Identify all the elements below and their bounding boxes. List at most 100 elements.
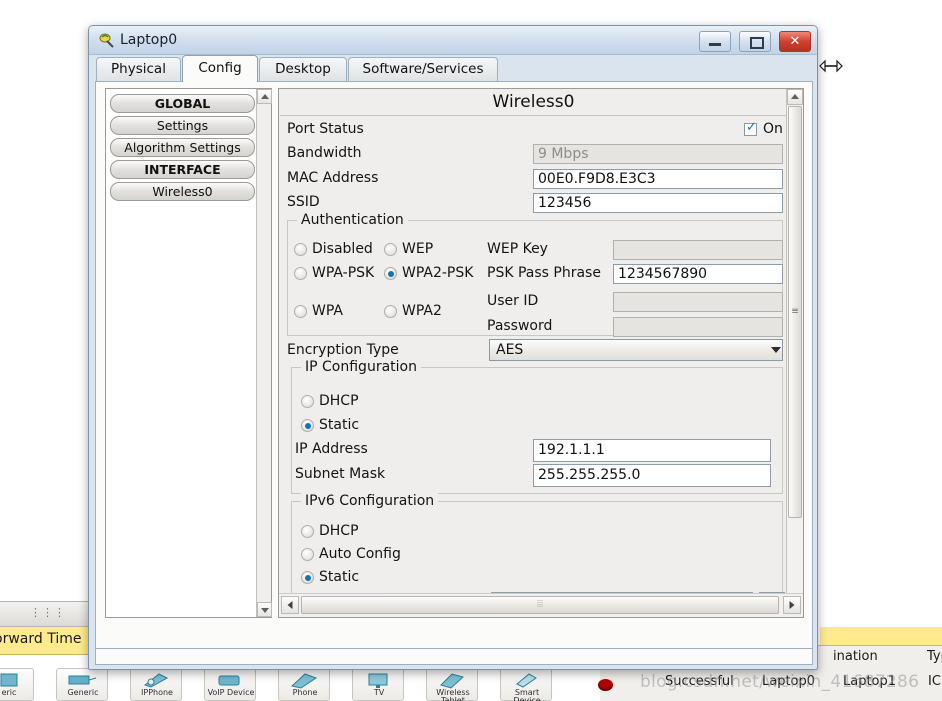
radio-auth-wep[interactable] bbox=[384, 243, 397, 256]
palette-label-0: eric bbox=[1, 688, 17, 697]
bandwidth-field: 9 Mbps bbox=[533, 144, 783, 164]
radio-auth-wpa2[interactable] bbox=[384, 305, 397, 318]
user-id-label: User ID bbox=[487, 293, 539, 309]
radio-ip-dhcp[interactable] bbox=[301, 395, 314, 408]
ip-phone-icon bbox=[143, 673, 169, 688]
column-header-type: Type bbox=[927, 649, 942, 664]
sidebar-item-wireless0[interactable]: Wireless0 bbox=[110, 182, 255, 201]
sidebar-item-interface[interactable]: INTERFACE bbox=[110, 160, 255, 179]
radio-auth-wpa[interactable] bbox=[294, 305, 307, 318]
ip-address-label: IP Address bbox=[295, 441, 368, 457]
phone-icon bbox=[290, 673, 318, 689]
authentication-group-title: Authentication bbox=[297, 212, 408, 228]
palette-label-generic: Generic bbox=[67, 688, 99, 697]
device-icon bbox=[0, 673, 18, 687]
forward-time-label: orward Time bbox=[0, 631, 82, 647]
label-ipv6-dhcp: DHCP bbox=[319, 523, 359, 539]
panel-scrollbar[interactable]: ≡ bbox=[786, 89, 803, 617]
password-label: Password bbox=[487, 318, 553, 334]
label-ip-static: Static bbox=[319, 417, 360, 433]
tab-config[interactable]: Config bbox=[182, 55, 258, 82]
radio-ipv6-auto-config[interactable] bbox=[301, 548, 314, 561]
panel-title: Wireless0 bbox=[280, 90, 787, 116]
panel-scroll-thumb[interactable]: ≡ bbox=[788, 106, 802, 518]
maximize-button[interactable] bbox=[738, 31, 771, 52]
wireless-tablet-icon bbox=[440, 673, 465, 689]
panel-horizontal-scrollbar[interactable]: ⦙⦙⦙ bbox=[279, 593, 803, 617]
ssid-field[interactable]: 123456 bbox=[533, 193, 783, 213]
palette-item-wireless-tablet[interactable]: Wireless Tablet bbox=[426, 668, 478, 701]
palette-item-0[interactable]: eric bbox=[0, 668, 34, 701]
dialog-footer-area bbox=[95, 649, 813, 665]
minimize-button[interactable] bbox=[698, 31, 731, 52]
sidebar-item-algorithm-settings[interactable]: Algorithm Settings bbox=[110, 138, 255, 157]
device-palette: eric Generic IPPhone VoIP Device Phone T… bbox=[0, 668, 600, 701]
radio-ip-static[interactable] bbox=[301, 419, 314, 432]
psk-pass-phrase-field[interactable]: 1234567890 bbox=[613, 264, 783, 284]
mac-address-field[interactable]: 00E0.F9D8.E3C3 bbox=[533, 169, 783, 189]
encryption-type-select[interactable]: AES bbox=[489, 339, 783, 361]
horizontal-resize-cursor-icon bbox=[819, 59, 843, 73]
radio-auth-disabled[interactable] bbox=[294, 243, 307, 256]
palette-label-wireless-tablet: Wireless Tablet bbox=[436, 688, 470, 701]
encryption-type-label: Encryption Type bbox=[287, 342, 399, 358]
tab-software-services[interactable]: Software/Services bbox=[348, 57, 498, 81]
palette-label-phone: Phone bbox=[292, 688, 318, 697]
wep-key-field bbox=[613, 240, 783, 260]
palette-item-voip[interactable]: VoIP Device bbox=[204, 668, 256, 701]
sidebar-scroll-up-button[interactable] bbox=[257, 89, 272, 104]
window-controls: ✕ bbox=[696, 31, 811, 52]
subnet-mask-field[interactable]: 255.255.255.0 bbox=[533, 464, 771, 487]
label-auth-wpa2: WPA2 bbox=[402, 303, 442, 319]
tab-desktop[interactable]: Desktop bbox=[259, 57, 347, 81]
radio-auth-wpa2-psk[interactable] bbox=[384, 267, 397, 280]
ip-address-field[interactable]: 192.1.1.1 bbox=[533, 439, 771, 462]
label-ip-dhcp: DHCP bbox=[319, 393, 359, 409]
close-button[interactable]: ✕ bbox=[779, 31, 811, 52]
column-header-destination: ination bbox=[833, 649, 878, 664]
wep-key-label: WEP Key bbox=[487, 241, 548, 257]
label-ipv6-static: Static bbox=[319, 569, 360, 585]
panel-scroll-up-button[interactable] bbox=[787, 89, 803, 105]
label-auth-wpa: WPA bbox=[312, 303, 343, 319]
hscroll-thumb[interactable]: ⦙⦙⦙ bbox=[301, 596, 779, 614]
mac-address-label: MAC Address bbox=[287, 170, 379, 186]
sidebar-scrollbar[interactable] bbox=[256, 89, 272, 617]
dialog-title: Laptop0 bbox=[120, 32, 178, 48]
port-status-checkbox[interactable]: ✓ bbox=[744, 121, 757, 136]
sidebar-item-settings[interactable]: Settings bbox=[110, 116, 255, 135]
ipv6-configuration-group-title: IPv6 Configuration bbox=[301, 493, 439, 509]
sidebar-item-global[interactable]: GLOBAL bbox=[110, 94, 255, 113]
hscroll-right-button[interactable] bbox=[783, 596, 801, 614]
hscroll-left-button[interactable] bbox=[281, 596, 299, 614]
palette-item-tv[interactable]: TV bbox=[352, 668, 404, 701]
radio-ipv6-static[interactable] bbox=[301, 571, 314, 584]
label-auth-wpa-psk: WPA-PSK bbox=[312, 265, 375, 281]
wireless0-config-panel: Wireless0 Port Status ✓ On Bandwidth 9 M… bbox=[278, 88, 804, 618]
sidebar-scroll-down-button[interactable] bbox=[257, 602, 272, 617]
tab-physical[interactable]: Physical bbox=[96, 57, 181, 81]
radio-auth-wpa-psk[interactable] bbox=[294, 267, 307, 280]
label-auth-wep: WEP bbox=[402, 241, 434, 257]
palette-item-generic[interactable]: Generic bbox=[56, 668, 108, 701]
tv-icon bbox=[368, 673, 388, 688]
label-auth-wpa2-psk: WPA2-PSK bbox=[402, 265, 474, 281]
dialog-titlebar[interactable]: Laptop0 ✕ bbox=[89, 26, 817, 55]
palette-item-phone[interactable]: Phone bbox=[278, 668, 330, 701]
ip-configuration-group-title: IP Configuration bbox=[301, 359, 421, 375]
subnet-mask-label: Subnet Mask bbox=[295, 466, 386, 482]
config-sidebar: GLOBAL Settings Algorithm Settings INTER… bbox=[105, 88, 272, 618]
port-status-on-label: On bbox=[763, 121, 783, 137]
palette-item-smart-device[interactable]: Smart Device bbox=[500, 668, 552, 701]
psk-pass-phrase-label: PSK Pass Phrase bbox=[487, 265, 601, 281]
label-ipv6-auto-config: Auto Config bbox=[319, 546, 401, 562]
palette-label-smart-device: Smart Device bbox=[513, 688, 541, 701]
tab-strip: Physical Config Desktop Software/Service… bbox=[89, 55, 817, 82]
palette-item-ipphone[interactable]: IPPhone bbox=[130, 668, 182, 701]
voip-device-icon bbox=[218, 675, 240, 686]
radio-ipv6-dhcp[interactable] bbox=[301, 525, 314, 538]
hscroll-grip-icon: ⦙⦙⦙ bbox=[536, 599, 544, 610]
scroll-grip-icon: ≡ bbox=[791, 306, 799, 317]
palette-label-ipphone: IPPhone bbox=[141, 688, 173, 697]
palette-label-voip: VoIP Device bbox=[207, 688, 255, 697]
